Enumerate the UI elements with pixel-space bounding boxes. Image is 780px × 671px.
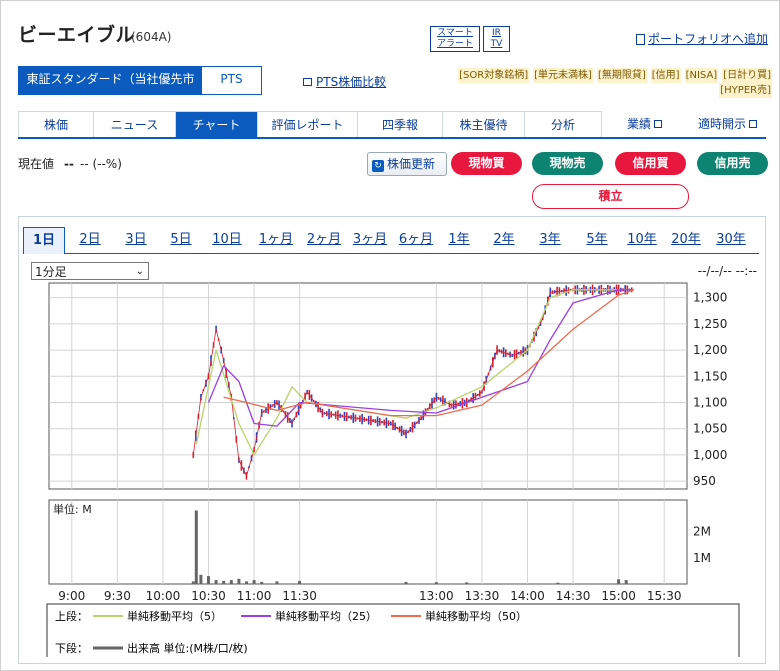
x-tick-label: 13:30 — [465, 589, 500, 603]
volume-bar — [298, 580, 302, 584]
stock-code: (604A) — [131, 30, 172, 44]
chart-grid — [48, 282, 688, 585]
stock-name: ビーエイブル — [18, 24, 136, 46]
volume-bar — [617, 579, 621, 584]
main-nav: 株価 ニュース チャート 評価レポート 四季報 株主優待 分析 業績 適時開示 — [18, 111, 766, 139]
smart-alert-button[interactable]: スマート アラート — [430, 26, 480, 52]
tab-earnings[interactable]: 業績 — [627, 111, 663, 137]
tab-pts[interactable]: PTS — [202, 67, 261, 94]
legend-volume: 出来高 単位:(M株/口/枚) — [127, 641, 248, 655]
tab-tse-standard[interactable]: 東証スタンダード（当社優先市場） — [19, 67, 202, 111]
add-portfolio-link[interactable]: ポートフォリオへ追加 — [636, 30, 768, 47]
legend-sma25: 単純移動平均（25） — [275, 609, 377, 623]
market-tabs: 東証スタンダード（当社優先市場） PTS — [18, 66, 262, 111]
volume-bar — [434, 582, 438, 584]
y-tick-label: 1,000 — [693, 448, 727, 462]
sell-spot-button[interactable]: 現物売 — [532, 152, 603, 175]
x-tick-label: 10:00 — [146, 589, 181, 603]
badge: [無期限貸] — [596, 68, 647, 83]
x-tick-label: 11:30 — [282, 589, 317, 603]
tsumitate-button[interactable]: 積立 — [532, 184, 689, 209]
refresh-icon: ↻ — [372, 160, 384, 172]
tab-chart[interactable]: チャート — [175, 111, 257, 137]
volume-y-tick-label: 2M — [693, 525, 711, 539]
pts-compare-link[interactable]: PTS株価比較 — [303, 73, 386, 90]
legend-sma50: 単純移動平均（50） — [425, 609, 527, 623]
chart-legend: 上段： 単純移動平均（5） 単純移動平均（25） 単純移動平均（50） 下段： … — [46, 603, 740, 657]
y-tick-label: 950 — [693, 474, 716, 488]
badge: [信用] — [650, 68, 681, 83]
volume-bar — [260, 581, 264, 584]
price-line — [192, 289, 634, 477]
x-tick-label: 15:00 — [601, 589, 636, 603]
tab-news[interactable]: ニュース — [93, 111, 175, 137]
x-tick-label: 10:30 — [191, 589, 226, 603]
volume-bar — [229, 580, 233, 584]
y-tick-label: 1,050 — [693, 422, 727, 436]
document-icon — [636, 34, 645, 45]
legend-sma5: 単純移動平均（5） — [127, 609, 222, 623]
attribute-badges: [SOR対象銘柄] [単元未満株] [無期限貸] [信用] [NISA] [日計り買] [… — [452, 68, 772, 98]
x-tick-label: 9:30 — [104, 589, 131, 603]
volume-bar — [245, 581, 248, 584]
chart-svg: 9:00 9:30 10:00 10:30 11:00 11:30 13:00 13:30 14… — [46, 282, 740, 657]
volume-y-tick-label: 1M — [693, 551, 711, 565]
y-tick-label: 1,200 — [693, 343, 727, 357]
buy-spot-button[interactable]: 現物買 — [451, 152, 522, 175]
volume-bar — [252, 580, 256, 584]
tab-stock-price[interactable]: 株価 — [18, 111, 93, 137]
badge: [HYPER売] — [719, 83, 772, 98]
volume-bar — [214, 580, 218, 584]
legend-lower-label: 下段： — [55, 641, 88, 655]
volume-bar — [199, 574, 203, 584]
chart-panel: 1日 2日 3日 5日 10日 1ヶ月 2ヶ月 3ヶ月 6ヶ月 1年 2年 3年… — [18, 216, 766, 664]
y-tick-label: 1,250 — [693, 317, 727, 331]
volume-bar — [194, 510, 198, 584]
legend-upper-label: 上段： — [55, 609, 88, 623]
y-tick-label: 1,100 — [693, 396, 727, 410]
volume-bar — [222, 580, 226, 584]
tab-analysis[interactable]: 分析 — [524, 111, 602, 137]
x-tick-label: 14:30 — [556, 589, 591, 603]
volume-bar — [404, 581, 408, 584]
chart-axes: 9:00 9:30 10:00 10:30 11:00 11:30 13:00 13:30 14… — [53, 291, 727, 603]
volume-bar — [191, 581, 195, 584]
volume-bar — [237, 578, 241, 585]
price-chart — [192, 284, 635, 480]
badge: [単元未満株] — [533, 68, 593, 83]
refresh-price-button[interactable]: ↻ 株価更新 — [367, 152, 447, 176]
volume-bar — [556, 582, 560, 584]
tab-rating-report[interactable]: 評価レポート — [257, 111, 357, 137]
sell-margin-button[interactable]: 信用売 — [697, 152, 768, 175]
x-tick-label: 14:00 — [510, 589, 545, 603]
volume-bar — [207, 576, 210, 584]
volume-unit-label: 単位: M — [53, 502, 92, 516]
badge: [日計り買] — [722, 68, 772, 83]
volume-bar — [624, 580, 628, 584]
tab-disclosure[interactable]: 適時開示 — [698, 111, 758, 137]
tab-shareholder-benefits[interactable]: 株主優待 — [442, 111, 524, 137]
current-price: 現在値 -- -- (--%) — [18, 157, 122, 171]
x-tick-label: 13:00 — [419, 589, 454, 603]
external-link-icon — [654, 120, 663, 128]
price-plot-frame — [48, 282, 688, 490]
badge: [SOR対象銘柄] — [458, 68, 530, 83]
ir-tv-button[interactable]: IR TV — [483, 26, 510, 52]
volume-chart — [191, 510, 628, 585]
x-tick-label: 15:30 — [647, 589, 682, 603]
external-link-icon — [749, 120, 758, 128]
badge: [NISA] — [684, 68, 719, 83]
sma5-line — [195, 289, 634, 456]
x-tick-label: 11:00 — [237, 589, 272, 603]
y-tick-label: 1,150 — [693, 369, 727, 383]
x-tick-label: 9:00 — [58, 589, 85, 603]
sma50-line — [223, 289, 635, 417]
y-tick-label: 1,300 — [693, 291, 727, 305]
volume-bar — [275, 581, 279, 584]
window-icon — [303, 78, 312, 86]
tab-shikiho[interactable]: 四季報 — [357, 111, 442, 137]
volume-plot-frame — [48, 499, 688, 585]
volume-bar — [465, 582, 469, 584]
buy-margin-button[interactable]: 信用買 — [615, 152, 686, 175]
